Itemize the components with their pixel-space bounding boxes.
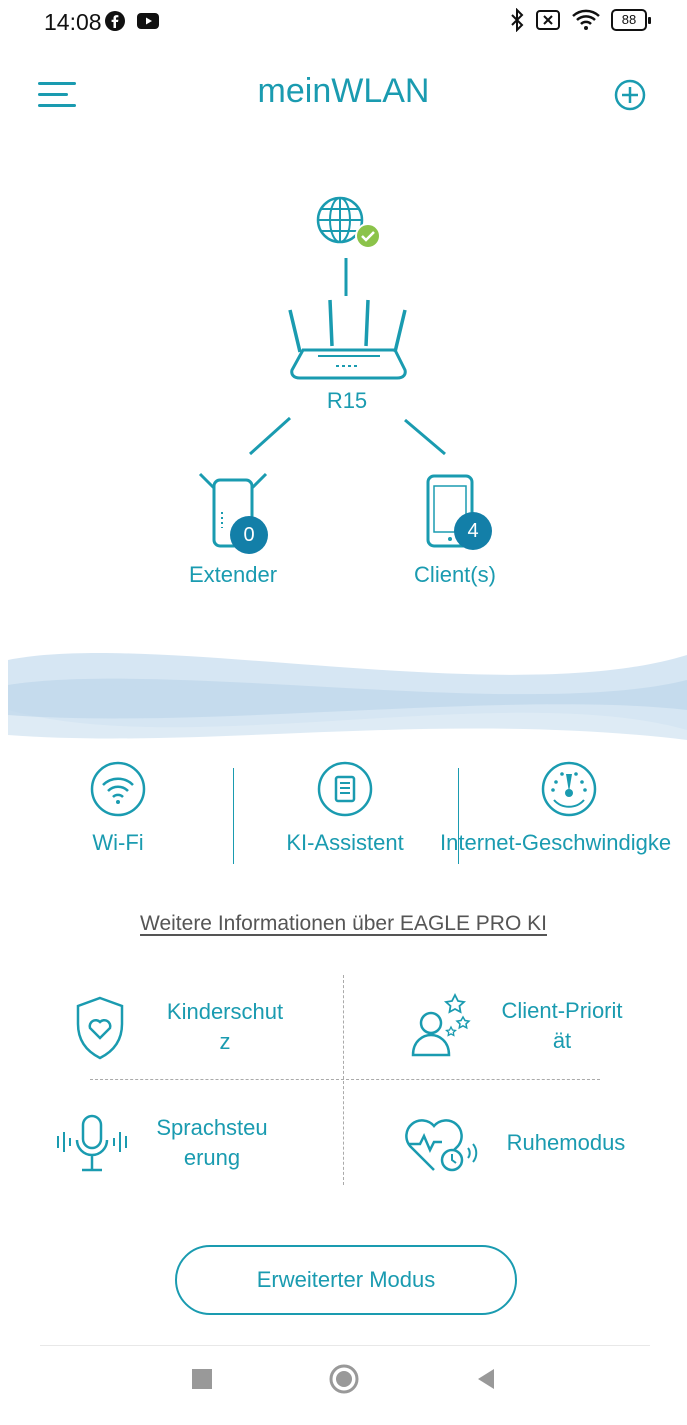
bottom-divider — [40, 1345, 650, 1346]
client-priority-item[interactable]: Client-Priorit ät — [405, 983, 645, 1069]
shield-heart-icon — [76, 996, 124, 1060]
link-line — [248, 416, 292, 456]
wifi-feature[interactable]: Wi-Fi — [58, 760, 178, 856]
sleep-mode-label: Ruhemodus — [506, 1130, 626, 1155]
microphone-icon — [57, 1114, 127, 1172]
advanced-mode-button[interactable]: Erweiterter Modus — [175, 1245, 517, 1315]
recent-apps-icon[interactable] — [190, 1367, 214, 1391]
battery-icon: 88 — [611, 9, 651, 31]
network-topology: R15 0 4 Extender Client(s) — [0, 190, 687, 610]
sleep-mode-item[interactable]: Ruhemodus — [400, 1103, 650, 1183]
check-icon — [355, 223, 381, 249]
status-bar: 14:08 88 — [0, 0, 687, 50]
parental-control-item[interactable]: Kinderschut z — [70, 987, 340, 1067]
speedometer-icon — [541, 761, 597, 817]
clients-label[interactable]: Client(s) — [380, 562, 530, 588]
wifi-label: Wi-Fi — [92, 830, 144, 855]
feature-grid: Kinderschut z Client-Priorit ät Sprachst… — [40, 975, 650, 1185]
heart-clock-icon — [405, 1119, 478, 1172]
bluetooth-icon — [511, 8, 524, 32]
router-label[interactable]: R15 — [300, 388, 394, 414]
voice-control-label-1: Sprachsteu — [156, 1115, 268, 1140]
grid-divider — [343, 975, 344, 1185]
extender-label[interactable]: Extender — [170, 562, 296, 588]
speed-label: Internet-Geschwindigke — [440, 830, 672, 855]
navigation-bar — [0, 1355, 687, 1425]
divider — [233, 768, 234, 864]
home-icon[interactable] — [328, 1363, 360, 1395]
document-icon — [317, 761, 373, 817]
router-icon[interactable] — [288, 299, 407, 380]
feature-row: Wi-Fi KI-Assistent Internet-Geschwindigk… — [0, 760, 687, 880]
extender-count-badge: 0 — [230, 516, 268, 554]
facebook-icon — [105, 11, 125, 31]
ki-assistant-label: KI-Assistent — [286, 830, 404, 855]
voice-control-label-2: erung — [183, 1145, 241, 1170]
voice-control-item[interactable]: Sprachsteu erung — [52, 1103, 340, 1183]
sim-icon — [536, 10, 560, 30]
wave-decoration — [8, 653, 687, 740]
status-time: 14:08 — [44, 9, 102, 35]
youtube-icon — [137, 13, 159, 29]
clients-count-badge: 4 — [454, 512, 492, 550]
page-title: meinWLAN — [257, 72, 430, 110]
link-line — [404, 418, 446, 456]
grid-divider — [90, 1079, 600, 1080]
ki-assistant-feature[interactable]: KI-Assistent — [275, 760, 415, 856]
parental-control-label-1: Kinderschut — [166, 999, 284, 1024]
wifi-signal-icon — [572, 9, 600, 30]
more-info-link[interactable]: Weitere Informationen über EAGLE PRO KI — [0, 912, 687, 936]
back-icon[interactable] — [474, 1367, 496, 1391]
user-stars-icon — [411, 992, 471, 1057]
speed-feature[interactable]: Internet-Geschwindigke — [440, 760, 687, 856]
client-priority-label-2: ät — [552, 1028, 572, 1053]
plus-circle-icon[interactable] — [613, 78, 647, 112]
client-priority-label-1: Client-Priorit — [501, 998, 623, 1023]
parental-control-label-2: z — [219, 1029, 231, 1054]
app-bar: meinWLAN — [0, 60, 687, 130]
battery-level: 88 — [621, 12, 637, 27]
wifi-icon — [90, 761, 146, 817]
